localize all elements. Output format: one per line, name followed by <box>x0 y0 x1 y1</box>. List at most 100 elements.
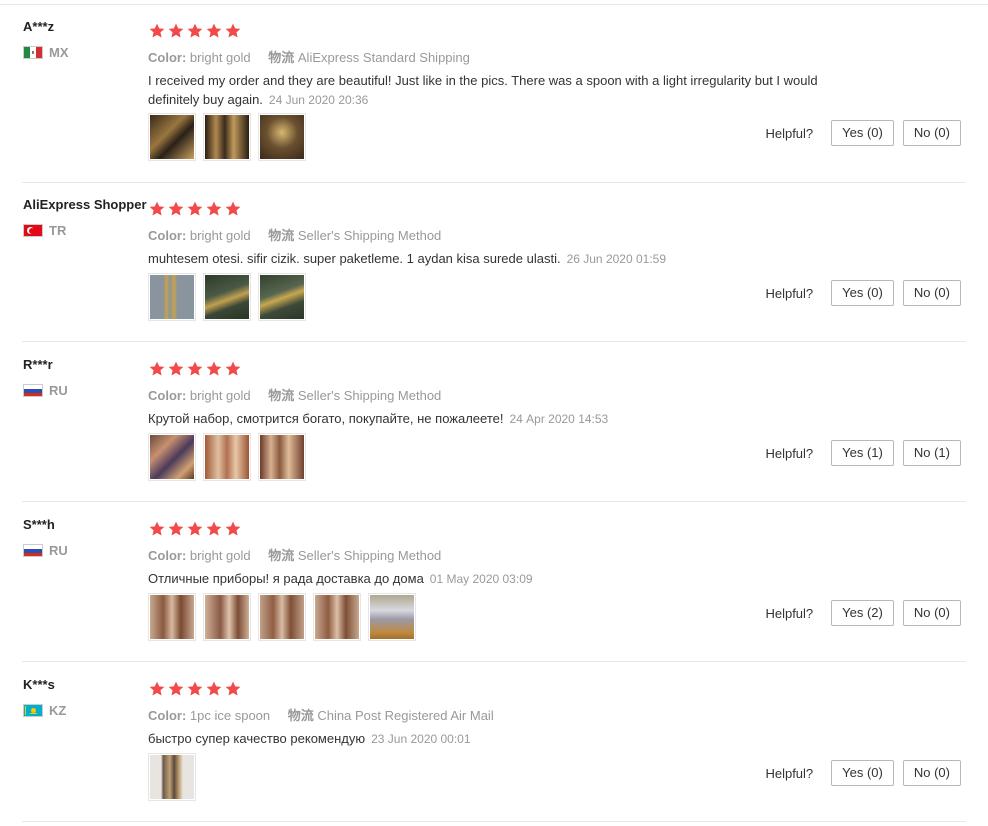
star-icon <box>186 200 204 218</box>
color-value: bright gold <box>189 548 251 563</box>
helpful-no-button[interactable]: No (0) <box>902 120 961 146</box>
country-code: MX <box>49 44 69 60</box>
review-photo-thumbnail[interactable] <box>258 593 306 641</box>
russia-flag-icon <box>23 383 43 397</box>
color-value: 1pc ice spoon <box>189 708 271 723</box>
star-icon <box>167 200 185 218</box>
reviewer-name: K***s <box>23 677 55 692</box>
helpful-yes-button[interactable]: Yes (0) <box>831 760 894 786</box>
review-photo-thumbnail[interactable] <box>313 593 361 641</box>
helpful-vote: Helpful? Yes (2) No (0) <box>765 600 961 626</box>
review-photo-thumbnail[interactable] <box>148 593 196 641</box>
review-comment: muhtesem otesi. sifir cizik. super paket… <box>148 249 868 269</box>
helpful-yes-button[interactable]: Yes (1) <box>831 440 894 466</box>
kazakhstan-flag-icon <box>23 703 43 717</box>
shipping-key: 物流 <box>268 548 295 563</box>
star-icon <box>205 520 223 538</box>
helpful-vote: Helpful? Yes (0) No (0) <box>765 280 961 306</box>
color-value: bright gold <box>189 50 251 65</box>
review-photo-thumbnail[interactable] <box>148 113 196 161</box>
review-photo-thumbnail[interactable] <box>203 433 251 481</box>
review-item: R***r RU Color: bright gold 物流 Seller's … <box>0 343 988 503</box>
comment-text: Отличные приборы! я рада доставка до дом… <box>148 571 424 586</box>
star-icon <box>186 360 204 378</box>
photo-thumbnails <box>148 433 306 481</box>
review-item: K***s KZ Color: 1pc ice spoon 物流 China P… <box>0 663 988 823</box>
review-photo-thumbnail[interactable] <box>258 273 306 321</box>
photo-thumbnails <box>148 753 196 801</box>
review-item: AliExpress Shopper TR Color: bright gold… <box>0 183 988 343</box>
review-date: 24 Jun 2020 20:36 <box>268 93 369 107</box>
rating-stars <box>148 680 242 698</box>
helpful-yes-button[interactable]: Yes (0) <box>831 120 894 146</box>
helpful-label: Helpful? <box>765 285 814 301</box>
mexico-flag-icon <box>23 45 43 59</box>
review-divider <box>22 341 966 342</box>
review-comment: I received my order and they are beautif… <box>148 71 868 110</box>
color-key: Color: <box>148 228 187 243</box>
reviewer-country: KZ <box>23 703 66 718</box>
star-icon <box>186 22 204 40</box>
star-icon <box>205 680 223 698</box>
helpful-yes-button[interactable]: Yes (2) <box>831 600 894 626</box>
star-icon <box>167 360 185 378</box>
review-photo-thumbnail[interactable] <box>203 273 251 321</box>
color-value: bright gold <box>189 228 251 243</box>
review-photo-thumbnail[interactable] <box>148 273 196 321</box>
shipping-key: 物流 <box>268 50 295 65</box>
review-divider <box>22 501 966 502</box>
helpful-no-button[interactable]: No (0) <box>902 280 961 306</box>
color-key: Color: <box>148 548 187 563</box>
helpful-label: Helpful? <box>765 445 814 461</box>
color-key: Color: <box>148 50 187 65</box>
russia-flag-icon <box>23 543 43 557</box>
reviewer-country: RU <box>23 542 68 558</box>
review-date: 26 Jun 2020 01:59 <box>566 252 666 266</box>
country-code: RU <box>49 542 68 558</box>
helpful-yes-button[interactable]: Yes (0) <box>831 280 894 306</box>
review-photo-thumbnail[interactable] <box>368 593 416 641</box>
comment-text: быстро супер качество рекомендую <box>148 731 366 746</box>
star-icon <box>167 22 185 40</box>
star-icon <box>224 22 242 40</box>
color-key: Color: <box>148 708 187 723</box>
star-icon <box>205 22 223 40</box>
shipping-value: Seller's Shipping Method <box>297 228 442 243</box>
review-date: 01 May 2020 03:09 <box>429 572 533 586</box>
turkey-flag-icon <box>23 223 43 237</box>
shipping-key: 物流 <box>268 388 295 403</box>
review-photo-thumbnail[interactable] <box>203 593 251 641</box>
star-icon <box>205 360 223 378</box>
helpful-no-button[interactable]: No (1) <box>902 440 961 466</box>
review-comment: быстро супер качество рекомендую 23 Jun 2… <box>148 729 868 749</box>
star-icon <box>148 680 166 698</box>
review-photo-thumbnail[interactable] <box>148 753 196 801</box>
helpful-vote: Helpful? Yes (1) No (1) <box>765 440 961 466</box>
star-icon <box>224 520 242 538</box>
star-icon <box>224 360 242 378</box>
country-code: TR <box>49 222 67 238</box>
review-photo-thumbnail[interactable] <box>148 433 196 481</box>
star-icon <box>186 680 204 698</box>
review-comment: Крутой набор, смотрится богато, покупайт… <box>148 409 868 429</box>
star-icon <box>224 680 242 698</box>
comment-text: Крутой набор, смотрится богато, покупайт… <box>148 411 504 426</box>
review-meta: Color: bright gold 物流 Seller's Shipping … <box>148 225 441 244</box>
star-icon <box>148 200 166 218</box>
shipping-value: Seller's Shipping Method <box>297 548 442 563</box>
reviewer-name: S***h <box>23 517 55 532</box>
review-photo-thumbnail[interactable] <box>258 433 306 481</box>
helpful-no-button[interactable]: No (0) <box>902 760 961 786</box>
review-date: 23 Jun 2020 00:01 <box>371 732 471 746</box>
review-divider <box>22 821 966 822</box>
star-icon <box>186 520 204 538</box>
photo-thumbnails <box>148 113 306 161</box>
shipping-value: Seller's Shipping Method <box>297 388 442 403</box>
review-photo-thumbnail[interactable] <box>203 113 251 161</box>
star-icon <box>148 360 166 378</box>
helpful-no-button[interactable]: No (0) <box>902 600 961 626</box>
shipping-key: 物流 <box>268 228 295 243</box>
reviewer-name: AliExpress Shopper <box>23 197 147 212</box>
review-photo-thumbnail[interactable] <box>258 113 306 161</box>
comment-text: muhtesem otesi. sifir cizik. super paket… <box>148 251 561 266</box>
